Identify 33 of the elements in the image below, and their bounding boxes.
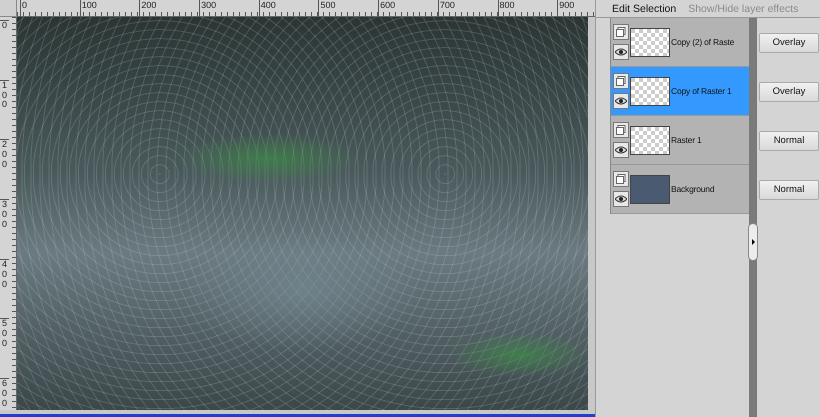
ruler-label: 200 [0, 139, 9, 200]
eye-icon[interactable] [613, 93, 629, 109]
blend-mode-button[interactable]: Normal [759, 130, 819, 150]
ruler-label: 100 [80, 0, 140, 17]
layer-icon[interactable] [613, 24, 629, 40]
layer-name: Copy of Raster 1 [671, 86, 732, 96]
ruler-label: 700 [438, 0, 498, 17]
layer-icon[interactable] [613, 122, 629, 138]
eye-icon[interactable] [613, 191, 629, 207]
layer-name: Background [671, 184, 714, 194]
ruler-label: 600 [378, 0, 438, 17]
blend-mode-button[interactable]: Overlay [759, 32, 819, 52]
ruler-label: 400 [0, 258, 9, 318]
layer-icon[interactable] [613, 171, 629, 187]
layer-name: Copy (2) of Raste [671, 37, 734, 47]
layer-row[interactable]: Copy of Raster 1 [611, 67, 749, 116]
ruler-label: 500 [0, 318, 9, 378]
ruler-label: 500 [318, 0, 378, 17]
ruler-label: 0 [20, 0, 80, 17]
ruler-label: 100 [0, 80, 9, 140]
blend-mode-button[interactable]: Overlay [759, 82, 819, 102]
ruler-label: 200 [139, 0, 200, 17]
ruler-label: 400 [258, 0, 318, 17]
ruler-label: 800 [498, 0, 558, 17]
eye-icon[interactable] [613, 44, 629, 60]
panel-handle[interactable] [748, 223, 758, 261]
layer-name: Raster 1 [671, 135, 702, 145]
ruler-label: 0 [0, 20, 9, 80]
eye-icon[interactable] [613, 142, 629, 158]
ruler-label: 300 [199, 0, 259, 17]
layer-icon[interactable] [613, 73, 629, 89]
ruler-label: 300 [0, 199, 9, 259]
blend-mode-button[interactable]: Normal [759, 180, 819, 200]
